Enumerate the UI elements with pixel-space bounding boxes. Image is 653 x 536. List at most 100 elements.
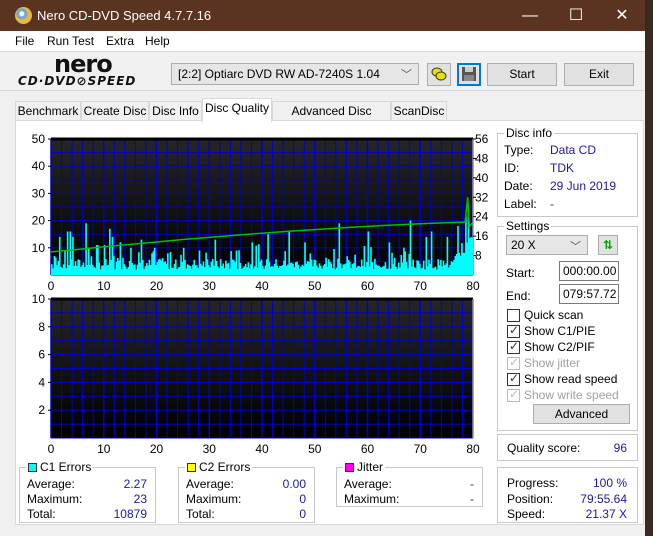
show-jitter-label: Show jitter [524, 356, 581, 370]
settings-group: Settings 20 X ﹀ ⇅ Start: 000:00.00 End: … [497, 219, 638, 431]
x-tick-label: 20 [150, 279, 164, 293]
y-tick-label: 20 [32, 214, 46, 228]
disc-date-label: Date: [504, 179, 533, 193]
x-tick-label: 40 [255, 442, 269, 456]
x-tick-label: 70 [414, 279, 428, 293]
window-title: Nero CD-DVD Speed 4.7.7.16 [37, 8, 212, 23]
quality-score-group: Quality score: 96 [497, 434, 638, 461]
quality-score-label: Quality score: [507, 441, 581, 455]
refresh-button[interactable]: ⇅ [598, 235, 618, 255]
refresh-icon: ⇅ [602, 238, 614, 252]
c2-total-value: 0 [299, 507, 306, 521]
menu-help[interactable]: Help [145, 34, 170, 48]
tab-disc-info[interactable]: Disc Info [149, 101, 202, 121]
show-c1-pie-label: Show C1/PIE [524, 324, 596, 338]
disc-quality-panel: 0 10 20 30 40 50 60 70 80 10 20 30 40 50 8 16 24 32 40 48 56… [15, 120, 644, 525]
y2-tick-label: 16 [475, 229, 489, 243]
logo-cd-dvd-speed-text: CD·DVD⊘SPEED [18, 74, 137, 88]
maximize-button[interactable]: ☐ [553, 0, 599, 31]
jitter-title: Jitter [343, 460, 386, 474]
x-tick-label: 30 [203, 279, 217, 293]
y-tick-label: 8 [38, 320, 45, 334]
x-tick-label: 50 [308, 279, 322, 293]
advanced-button[interactable]: Advanced [533, 404, 630, 424]
x-tick-label: 10 [97, 279, 111, 293]
c2-errors-title-text: C2 Errors [199, 460, 251, 474]
toolbar: nero CD·DVD⊘SPEED [2:2] Optiarc DVD RW A… [0, 50, 645, 91]
quick-scan-checkbox[interactable] [507, 309, 520, 322]
disc-label-label: Label: [504, 197, 537, 211]
disc-id-value: TDK [550, 161, 574, 175]
jitter-group: Jitter Average: - Maximum: - [336, 460, 483, 507]
c1-total-label: Total: [27, 507, 56, 521]
disc-date-value: 29 Jun 2019 [550, 179, 617, 193]
x-tick-label: 80 [466, 279, 480, 293]
tab-benchmark[interactable]: Benchmark [15, 101, 81, 121]
c2-average-value: 0.00 [282, 477, 306, 491]
app-window: Nero CD-DVD Speed 4.7.7.16 — ☐ ✕ File Ru… [0, 0, 645, 536]
title-bar: Nero CD-DVD Speed 4.7.7.16 — ☐ ✕ [0, 0, 645, 31]
minimize-button[interactable]: — [507, 0, 553, 31]
show-c1-pie-checkbox[interactable]: ✓ [507, 323, 520, 338]
c2-average-label: Average: [186, 477, 234, 491]
menu-run-test[interactable]: Run Test [47, 34, 94, 48]
drive-select[interactable]: [2:2] Optiarc DVD RW AD-7240S 1.04 ﹀ [171, 63, 419, 85]
close-button[interactable]: ✕ [599, 0, 645, 31]
jitter-average-value: - [470, 477, 474, 491]
start-time-input[interactable]: 000:00.00 [559, 261, 619, 281]
jitter-maximum-value: - [470, 492, 474, 506]
c1-color-swatch [28, 463, 37, 472]
y-tick-label: 40 [32, 159, 46, 173]
speed-label: Speed: [507, 507, 546, 521]
start-button[interactable]: Start [487, 63, 557, 86]
c2-maximum-value: 0 [299, 492, 306, 506]
c2-color-swatch [187, 463, 196, 472]
x-tick-label: 60 [361, 442, 375, 456]
c2-total-label: Total: [186, 507, 215, 521]
start-label: Start: [506, 266, 535, 280]
x-tick-label: 60 [361, 279, 375, 293]
c2-errors-title: C2 Errors [185, 460, 253, 474]
y-tick-label: 2 [38, 403, 45, 417]
disc-info-button[interactable] [427, 63, 451, 86]
x-tick-label: 50 [308, 442, 322, 456]
discs-icon [431, 67, 447, 81]
end-time-input[interactable]: 079:57.72 [559, 284, 619, 304]
checkmark-icon: ✓ [509, 355, 520, 369]
x-tick-label: 10 [97, 442, 111, 456]
y2-tick-label: 56 [475, 132, 489, 146]
c2-errors-group: C2 Errors Average: 0.00 Maximum: 0 Total… [178, 460, 315, 523]
charts-area: 0 10 20 30 40 50 60 70 8010203040508162432404856… [32, 132, 489, 456]
save-button[interactable] [457, 63, 481, 86]
c1-average-value: 2.27 [123, 477, 147, 491]
menu-extra[interactable]: Extra [106, 34, 134, 48]
tab-disc-quality[interactable]: Disc Quality [202, 98, 272, 122]
end-label: End: [506, 289, 531, 303]
jitter-average-label: Average: [344, 477, 392, 491]
checkmark-icon: ✓ [509, 323, 520, 337]
disc-type-value: Data CD [550, 143, 597, 157]
c1-errors-title: C1 Errors [26, 460, 94, 474]
c2-chart: 0 10 20 30 40 50 60 70 80 2 4 6 8 10 [32, 292, 480, 456]
exit-button[interactable]: Exit [564, 63, 634, 86]
disc-id-label: ID: [504, 161, 520, 175]
x-tick-label: 40 [255, 279, 269, 293]
x-tick-label: 0 [48, 442, 55, 456]
nero-logo: nero CD·DVD⊘SPEED [16, 50, 166, 90]
c1-chart: 0 10 20 30 40 50 60 70 80 10 20 30 40 50 8 16 24 32 40 48 56 [32, 132, 489, 293]
show-read-speed-checkbox[interactable]: ✓ [507, 371, 520, 386]
tab-advanced-disc-quality[interactable]: Advanced Disc Quality [272, 101, 391, 136]
floppy-disk-icon [462, 67, 476, 81]
quality-score-value: 96 [613, 441, 627, 455]
tab-scandisc[interactable]: ScanDisc [391, 101, 447, 121]
c1-maximum-label: Maximum: [27, 492, 83, 506]
speed-select[interactable]: 20 X ﹀ [506, 235, 588, 255]
menu-file[interactable]: File [15, 34, 34, 48]
x-tick-label: 0 [48, 279, 55, 293]
c1-average-label: Average: [27, 477, 75, 491]
checkmark-icon: ✓ [509, 387, 520, 401]
y-tick-label: 4 [38, 375, 45, 389]
show-write-speed-checkbox: ✓ [507, 387, 520, 402]
show-c2-pif-checkbox[interactable]: ✓ [507, 339, 520, 354]
tab-create-disc[interactable]: Create Disc [81, 101, 149, 121]
